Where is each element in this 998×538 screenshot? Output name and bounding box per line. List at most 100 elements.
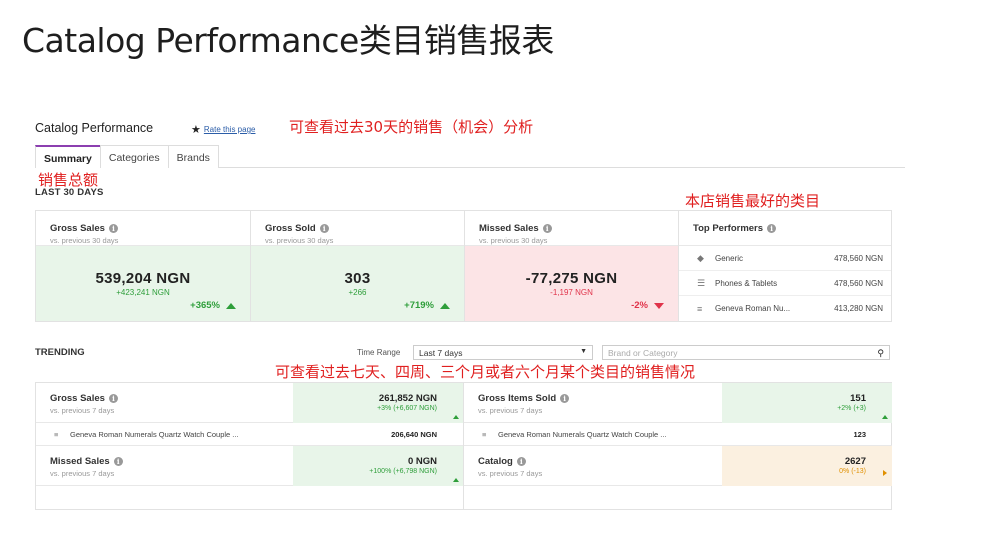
catalog-performance-panel: Catalog Performance ★ Rate this page 可查看… — [35, 118, 905, 514]
card-gross-sales[interactable]: Gross Sales i vs. previous 30 days 539,20… — [36, 211, 251, 321]
search-placeholder: Brand or Category — [608, 348, 678, 358]
down-arrow-icon — [654, 302, 664, 309]
rate-link-text[interactable]: Rate this page — [204, 125, 256, 134]
top-performer-row[interactable]: ☰ Phones & Tablets 478,560 NGN — [679, 271, 891, 296]
card-subtitle: vs. previous 30 days — [265, 236, 334, 245]
metric-delta: +100% (+6,798 NGN) — [369, 468, 437, 475]
metric-value-block: 261,852 NGN +3% (+6,607 NGN) — [293, 383, 463, 423]
last30-stats: Gross Sales i vs. previous 30 days 539,20… — [35, 210, 892, 322]
top-performer-name: Generic — [715, 253, 744, 263]
time-range-value: Last 7 days — [419, 348, 463, 358]
metric-title: Gross Sales — [50, 393, 105, 404]
item-name: Geneva Roman Numerals Quartz Watch Coupl… — [70, 429, 239, 439]
up-arrow-icon — [882, 415, 888, 419]
top-performer-value: 478,560 NGN — [834, 278, 883, 288]
metric-subtitle: vs. previous 7 days — [50, 469, 115, 478]
up-arrow-icon — [226, 302, 236, 309]
card-value: 303 — [344, 270, 371, 287]
metric-delta: 0% (-13) — [839, 468, 866, 475]
list-item[interactable]: ≡ Geneva Roman Numerals Quartz Watch Cou… — [464, 423, 892, 446]
info-icon[interactable]: i — [319, 224, 329, 233]
info-icon[interactable]: i — [108, 224, 118, 233]
brand-category-search[interactable]: Brand or Category ⚲ — [602, 345, 890, 360]
card-title: Gross Sold — [265, 223, 316, 234]
top-performer-value: 478,560 NGN — [834, 253, 883, 263]
card-subtitle: vs. previous 30 days — [479, 236, 548, 245]
metric-value: 151 — [850, 393, 866, 404]
card-pct-value: -2% — [631, 300, 648, 311]
list-item[interactable]: ≡ Geneva Roman Numerals Quartz Watch Cou… — [36, 423, 463, 446]
card-gross-sold[interactable]: Gross Sold i vs. previous 30 days 303 +26… — [251, 211, 465, 321]
info-icon[interactable]: i — [113, 457, 123, 466]
metric-value: 261,852 NGN — [378, 393, 437, 404]
trend-missed-sales[interactable]: Missed Sales i vs. previous 7 days 0 NGN … — [36, 446, 463, 486]
top-performer-row[interactable]: ◆ Generic 478,560 NGN — [679, 246, 891, 271]
right-arrow-icon — [883, 470, 887, 476]
top-performer-value: 413,280 NGN — [834, 304, 883, 313]
metric-delta: +2% (+3) — [837, 405, 866, 412]
trend-gross-items-sold[interactable]: Gross Items Sold i vs. previous 7 days 15… — [464, 383, 892, 423]
up-arrow-icon — [440, 302, 450, 309]
card-missed-sales[interactable]: Missed Sales i vs. previous 30 days -77,2… — [465, 211, 679, 321]
top-performer-row[interactable]: ≡ Geneva Roman Nu... 413,280 NGN — [679, 296, 891, 321]
trending-right-column: Gross Items Sold i vs. previous 7 days 15… — [464, 383, 892, 509]
tag-icon: ◆ — [697, 252, 704, 263]
tab-bar: Summary Categories Brands — [35, 145, 905, 168]
annotation-trend: 可查看过去七天、四周、三个月或者六个月某个类目的销售情况 — [275, 363, 696, 381]
star-icon: ★ — [191, 124, 201, 136]
card-delta: +266 — [348, 288, 367, 297]
up-arrow-icon — [453, 478, 459, 482]
card-delta: -1,197 NGN — [550, 288, 593, 297]
metric-subtitle: vs. previous 7 days — [50, 406, 115, 415]
top-performer-name: Geneva Roman Nu... — [715, 304, 791, 313]
annotation-best: 本店销售最好的类目 — [685, 192, 821, 210]
card-title: Gross Sales — [50, 223, 105, 234]
metric-title: Gross Items Sold — [478, 393, 557, 404]
card-value: -77,275 NGN — [525, 270, 618, 287]
time-range-label: Time Range — [357, 348, 401, 357]
trending-grid: Gross Sales i vs. previous 7 days 261,852… — [35, 382, 892, 510]
rate-page-link[interactable]: ★ Rate this page — [191, 123, 255, 136]
card-title: Top Performers — [693, 223, 764, 234]
info-icon[interactable]: i — [560, 394, 570, 403]
tab-brands[interactable]: Brands — [167, 145, 219, 168]
section-label-last30: LAST 30 DAYS — [35, 187, 104, 198]
metric-value-block: 2627 0% (-13) — [722, 446, 892, 486]
info-icon[interactable]: i — [767, 224, 777, 233]
item-value: 123 — [853, 429, 866, 439]
metric-value-block: 0 NGN +100% (+6,798 NGN) — [293, 446, 463, 486]
stack-icon: ≡ — [54, 429, 59, 439]
metric-delta: +3% (+6,607 NGN) — [377, 405, 437, 412]
card-top-performers: Top Performers i ◆ Generic 478,560 NGN ☰ … — [679, 211, 891, 321]
trending-left-column: Gross Sales i vs. previous 7 days 261,852… — [36, 383, 464, 509]
up-arrow-icon — [453, 415, 459, 419]
metric-title: Catalog — [478, 456, 513, 467]
card-delta: +423,241 NGN — [116, 288, 170, 297]
card-subtitle: vs. previous 30 days — [50, 236, 119, 245]
metric-subtitle: vs. previous 7 days — [478, 469, 543, 478]
list-icon: ☰ — [697, 277, 706, 288]
info-icon[interactable]: i — [516, 457, 526, 466]
stack-icon: ≡ — [482, 429, 487, 439]
card-title: Missed Sales — [479, 223, 539, 234]
time-range-select[interactable]: Last 7 days ▼ — [413, 345, 593, 360]
info-icon[interactable]: i — [542, 224, 552, 233]
card-pct-value: +719% — [404, 300, 434, 311]
search-icon[interactable]: ⚲ — [877, 348, 884, 358]
slide-title: Catalog Performance类目销售报表 — [22, 21, 554, 60]
tab-categories[interactable]: Categories — [99, 145, 169, 168]
item-name: Geneva Roman Numerals Quartz Watch Coupl… — [498, 429, 667, 439]
page-title: Catalog Performance — [35, 121, 154, 135]
tab-summary[interactable]: Summary — [35, 145, 101, 168]
metric-value: 0 NGN — [407, 456, 437, 467]
trend-catalog[interactable]: Catalog i vs. previous 7 days 2627 0% (-1… — [464, 446, 892, 486]
item-value: 206,640 NGN — [391, 429, 437, 439]
card-pct: +365% — [190, 300, 236, 311]
card-pct: -2% — [631, 300, 664, 311]
info-icon[interactable]: i — [108, 394, 118, 403]
trend-gross-sales[interactable]: Gross Sales i vs. previous 7 days 261,852… — [36, 383, 463, 423]
card-pct-value: +365% — [190, 300, 220, 311]
metric-value: 2627 — [844, 456, 866, 467]
card-value: 539,204 NGN — [95, 270, 191, 287]
annotation-top: 可查看过去30天的销售（机会）分析 — [289, 118, 534, 136]
